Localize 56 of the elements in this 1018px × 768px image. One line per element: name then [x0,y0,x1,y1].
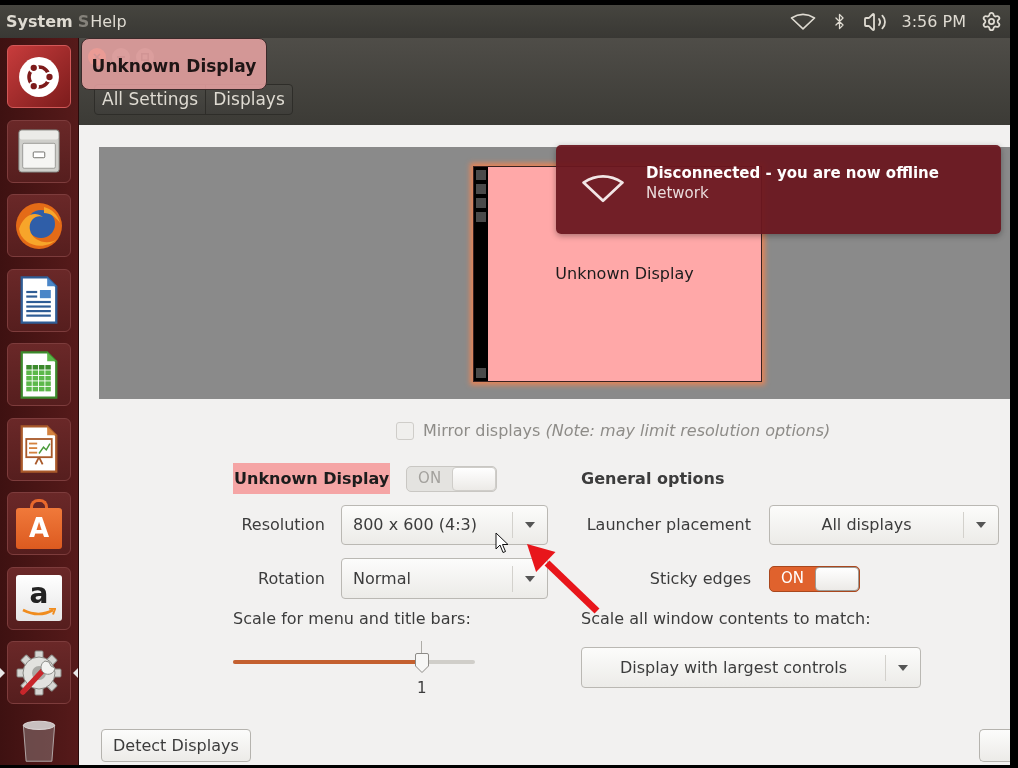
dropdown[interactable]: Normal [341,558,548,599]
launcher-button[interactable] [7,45,71,108]
fox-globe-icon [14,200,64,251]
dropdown[interactable]: All displays [769,505,999,545]
launcher-square-icon [476,198,486,208]
field-label: Rotation [257,567,325,590]
circle-logo-icon [18,55,60,98]
caret-icon [976,522,986,528]
launcher-square-icon [476,170,486,180]
mouse-pointer-icon [495,532,509,554]
display-label: Unknown Display [555,263,694,285]
launcher-button[interactable]: a [7,566,71,630]
settings-icon[interactable] [981,11,1002,32]
field-label: Resolution [240,514,325,536]
app-name-fragment: S [77,10,90,33]
clock[interactable]: 3:56 PM [901,9,966,34]
launcher-square-icon [476,368,486,378]
caret-icon [898,664,908,671]
wifi-icon [581,174,625,203]
spreadsheet-document-icon [19,349,59,400]
slider-thumb[interactable] [414,653,429,673]
detect-displays-button[interactable]: Detect Displays [101,729,251,762]
dropdown[interactable]: 800 x 600 (4:3) [341,505,548,545]
presentation-document-icon [19,424,59,474]
notification-source: Network [646,183,710,203]
gear-wrench-icon [14,647,64,698]
section-heading: General options [581,467,725,490]
launcher-button[interactable] [7,194,71,257]
logo-letter: a [29,579,49,608]
display-name: Unknown Display [233,463,391,494]
slider-track[interactable] [233,653,475,673]
launcher-button[interactable] [7,268,71,332]
text-document-icon [19,275,59,325]
launcher-button[interactable] [7,417,71,481]
field-label: Sticky edges [648,567,751,590]
launcher-square-icon [476,184,486,194]
checkbox-label: Mirror displays (Note: may limit resolution options) [423,420,831,442]
smile-curve-icon [22,607,56,617]
field-label: Scale all window contents to match: [581,609,872,629]
dropdown[interactable]: Display with largest controls [581,647,921,688]
slider-label: Scale for menu and title bars: [233,609,472,629]
tooltip: Unknown Display [81,38,267,90]
launcher-button[interactable] [7,119,71,183]
file-cabinet-icon [15,127,63,175]
app-name: System [6,10,73,33]
launcher-square-icon [476,212,486,222]
launcher-button[interactable] [7,343,71,406]
toggle-switch[interactable]: ON [769,565,860,592]
caret-icon [525,522,535,528]
launcher-button[interactable] [7,641,71,704]
wifi-icon[interactable] [789,13,816,30]
field-label: Launcher placement [585,514,751,536]
menu-item[interactable]: Help [90,9,127,34]
slider-value: 1 [415,679,428,697]
caret-icon [525,575,535,582]
logo-letter: A [28,515,50,541]
